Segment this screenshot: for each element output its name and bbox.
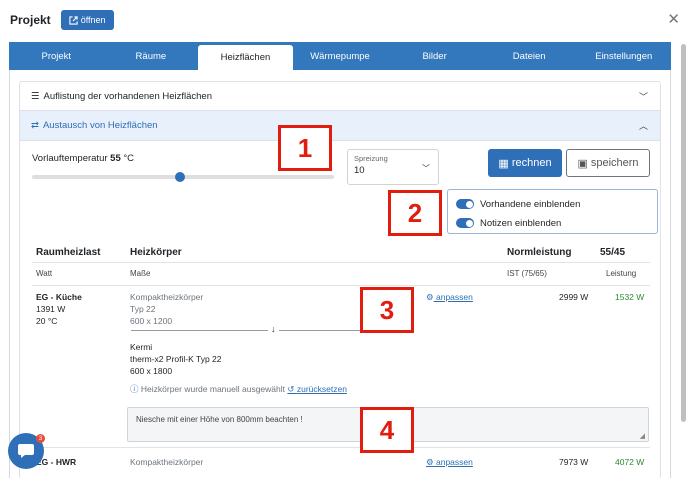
divider [131, 330, 374, 331]
tab-einstellungen[interactable]: Einstellungen [576, 42, 671, 70]
callout-2: 2 [388, 190, 442, 236]
subheader-masse: Maße [130, 269, 151, 278]
old-model: Typ 22 [130, 304, 156, 314]
toggle-vorhandene-label: Vorhandene einblenden [480, 198, 581, 210]
adjust-link[interactable]: ⚙ anpassen [426, 291, 473, 303]
modal-title: Projekt [10, 13, 51, 27]
callout-4: 4 [360, 407, 414, 453]
header-ratio: 55/45 [600, 247, 626, 258]
callout-1: 1 [278, 125, 332, 171]
divider [32, 447, 650, 448]
divider [32, 285, 650, 286]
manual-note: ⓘ Heizkörper wurde manuell ausgewählt ↺ … [130, 383, 347, 395]
header-heizkoerper: Heizkörper [130, 247, 182, 258]
modal-header: Projekt öffnen ✕ [0, 0, 688, 40]
tab-bar: Projekt Räume Heizflächen Wärmepumpe Bil… [9, 42, 671, 70]
tab-content: ☰ Auflistung der vorhandenen Heizflächen… [9, 70, 671, 478]
toggle-box: Vorhandene einblenden Notizen einblenden [447, 189, 658, 234]
speichern-label: speichern [590, 157, 639, 169]
rechnen-button[interactable]: ▦ rechnen [488, 149, 562, 177]
vorlauf-label-text: Vorlauftemperatur [32, 153, 108, 164]
open-project-button[interactable]: öffnen [60, 10, 114, 30]
new-model: therm-x2 Profil-K Typ 22 [130, 354, 222, 364]
manual-note-text: Heizkörper wurde manuell ausgewählt [140, 384, 285, 394]
toggle-notizen[interactable]: Notizen einblenden [456, 215, 649, 231]
ist-value: 7973 W [559, 457, 589, 467]
calculator-icon: ▦ [498, 157, 509, 170]
toggle-switch[interactable] [456, 218, 474, 228]
old-type: Kompaktheizkörper [130, 292, 204, 302]
new-size: 600 x 1800 [130, 366, 173, 376]
vorlauf-label: Vorlauftemperatur 55 °C [32, 153, 134, 164]
accordion-exchange-header[interactable]: ⇄ Austausch von Heizflächen ︿ [19, 111, 661, 141]
vorlauf-unit: °C [123, 153, 135, 164]
ist-value: 2999 W [559, 292, 589, 302]
header-normleistung: Normleistung [507, 247, 572, 258]
subheader-watt: Watt [36, 269, 53, 278]
spreizung-value: 10 [354, 165, 365, 176]
tab-projekt[interactable]: Projekt [9, 42, 104, 70]
notes-text: Niesche mit einer Höhe von 800mm beachte… [136, 415, 303, 424]
list-icon: ☰ [31, 90, 40, 102]
chevron-down-icon: ﹀ [422, 164, 430, 173]
divider [32, 262, 650, 263]
leistung-value: 1532 W [615, 292, 645, 302]
tab-bilder[interactable]: Bilder [387, 42, 482, 70]
old-size: 600 x 1200 [130, 316, 173, 326]
rechnen-label: rechnen [511, 157, 552, 169]
resize-handle-icon[interactable]: ◢ [640, 432, 645, 440]
leistung-value: 4072 W [615, 457, 645, 467]
tab-dateien[interactable]: Dateien [482, 42, 577, 70]
tab-waermepumpe[interactable]: Wärmepumpe [293, 42, 388, 70]
external-link-icon [69, 15, 78, 25]
old-type: Kompaktheizkörper [130, 457, 204, 467]
speichern-button[interactable]: ▣ speichern [566, 149, 650, 177]
toggle-switch[interactable] [456, 199, 474, 209]
save-icon: ▣ [577, 157, 588, 170]
subheader-leistung: Leistung [606, 269, 637, 278]
accordion-exchange-title: Austausch von Heizflächen [42, 120, 158, 131]
gear-icon: ⚙ [426, 292, 434, 302]
vorlauf-slider[interactable] [32, 172, 334, 182]
reset-label: zurücksetzen [296, 384, 347, 394]
chevron-down-icon: ﹀ [638, 91, 648, 102]
toggle-notizen-label: Notizen einblenden [480, 217, 562, 229]
gear-icon: ⚙ [426, 457, 434, 467]
open-button-label: öffnen [80, 15, 106, 25]
adjust-label: anpassen [436, 457, 473, 467]
close-icon[interactable]: ✕ [667, 10, 680, 28]
accordion-list-header[interactable]: ☰ Auflistung der vorhandenen Heizflächen… [19, 81, 661, 111]
spreizung-label: Spreizung [354, 154, 388, 163]
chevron-up-icon: ︿ [638, 121, 648, 131]
tab-raeume[interactable]: Räume [104, 42, 199, 70]
scrollbar[interactable] [681, 44, 686, 422]
info-icon: ⓘ [130, 384, 139, 394]
subheader-ist: IST (75/65) [507, 269, 547, 278]
row-load: 1391 W [36, 304, 66, 314]
accordion-list-title: Auflistung der vorhandenen Heizflächen [43, 90, 213, 102]
adjust-link[interactable]: ⚙ anpassen [426, 456, 473, 468]
spreizung-select[interactable]: Spreizung 10 ﹀ [347, 149, 439, 185]
shuffle-icon: ⇄ [31, 120, 39, 131]
vorlauf-value: 55 [110, 153, 121, 164]
adjust-label: anpassen [436, 292, 473, 302]
tab-heizflaechen[interactable]: Heizflächen [198, 45, 293, 70]
callout-3: 3 [360, 287, 414, 333]
new-brand: Kermi [130, 342, 153, 352]
row-room: EG - Küche [36, 292, 82, 302]
exchange-panel: Vorlauftemperatur 55 °C Spreizung 10 ﹀ ▦… [19, 141, 661, 478]
toggle-vorhandene[interactable]: Vorhandene einblenden [456, 196, 649, 212]
row-temp: 20 °C [36, 316, 58, 326]
chat-bubble-icon [18, 444, 34, 458]
chat-badge: 3 [36, 434, 45, 443]
header-raumheizlast: Raumheizlast [36, 247, 101, 258]
reset-link[interactable]: ↺ zurücksetzen [287, 384, 347, 394]
vorlauf-slider-thumb[interactable] [174, 172, 185, 182]
arrow-down-icon: ↓ [268, 324, 279, 334]
